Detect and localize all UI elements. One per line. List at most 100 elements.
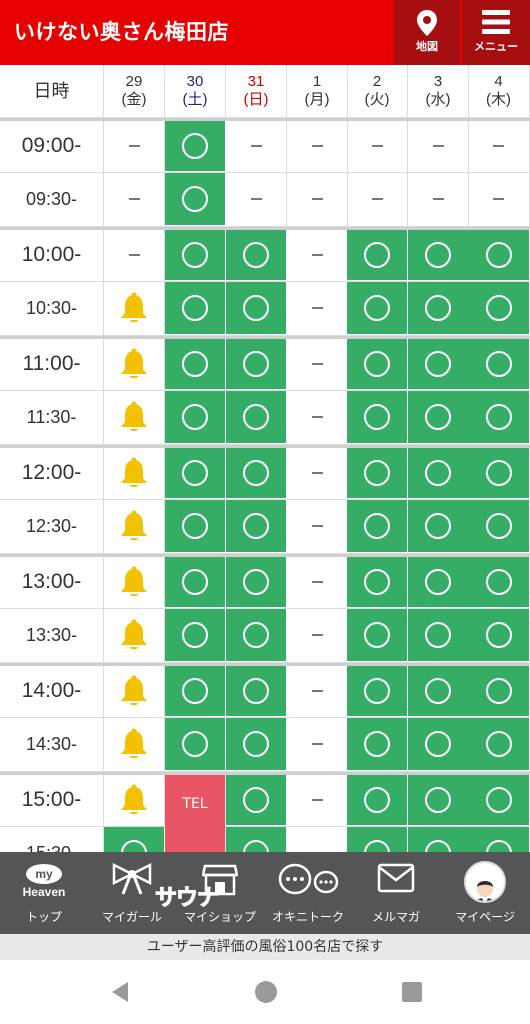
time-slot-row: 09:00- <box>0 118 530 173</box>
slot-available[interactable] <box>347 230 408 281</box>
slot-available[interactable] <box>468 717 530 771</box>
menu-button[interactable]: メニュー <box>462 0 530 65</box>
slot-available[interactable] <box>347 826 408 852</box>
slot-available[interactable] <box>347 339 408 390</box>
slot-available[interactable] <box>226 339 287 390</box>
back-icon[interactable] <box>108 980 132 1004</box>
slot-available[interactable] <box>408 666 469 717</box>
nav-top[interactable]: my Heaven トップ <box>0 852 88 934</box>
slot-available[interactable] <box>468 666 530 717</box>
slot-available[interactable] <box>226 826 287 852</box>
avatar <box>464 861 506 903</box>
slot-available[interactable] <box>226 390 287 444</box>
slot-waitlist[interactable] <box>104 281 165 335</box>
nav-okini-talk[interactable]: オキニトーク <box>264 852 352 934</box>
slot-available[interactable] <box>408 775 469 826</box>
available-circle-icon <box>364 621 390 648</box>
slot-available[interactable] <box>408 281 469 335</box>
slot-waitlist[interactable] <box>104 390 165 444</box>
slot-available[interactable] <box>468 281 530 335</box>
promo-bar[interactable]: ユーザー高評価の風俗100名店で探す <box>0 934 530 960</box>
map-button[interactable]: 地図 <box>394 0 460 65</box>
slot-available[interactable] <box>347 448 408 499</box>
slot-available[interactable] <box>408 717 469 771</box>
slot-available[interactable] <box>226 557 287 608</box>
slot-waitlist[interactable] <box>104 339 165 390</box>
slot-available[interactable] <box>468 557 530 608</box>
slot-waitlist[interactable] <box>104 666 165 717</box>
available-circle-icon <box>243 403 269 430</box>
slot-available[interactable] <box>226 448 287 499</box>
slot-available[interactable] <box>226 666 287 717</box>
slot-available[interactable] <box>165 499 226 553</box>
slot-unavailable <box>287 121 348 172</box>
time-label: 13:30- <box>0 608 104 662</box>
slot-available[interactable] <box>468 390 530 444</box>
available-circle-icon <box>485 677 512 704</box>
slot-available[interactable] <box>226 281 287 335</box>
time-label: 14:30- <box>0 717 104 771</box>
nav-my-page[interactable]: マイページ <box>440 852 530 934</box>
slot-waitlist[interactable] <box>104 448 165 499</box>
time-slot-row: 10:30- <box>0 281 530 336</box>
slot-available[interactable] <box>165 390 226 444</box>
slot-available[interactable] <box>347 557 408 608</box>
slot-available[interactable] <box>165 448 226 499</box>
slot-available[interactable] <box>408 557 469 608</box>
slot-waitlist[interactable] <box>104 557 165 608</box>
slot-available[interactable] <box>165 608 226 662</box>
slot-available[interactable] <box>226 717 287 771</box>
slot-available[interactable] <box>468 448 530 499</box>
available-circle-icon <box>364 568 390 595</box>
slot-available[interactable] <box>408 448 469 499</box>
shop-title[interactable]: いけない奥さん梅田店 <box>14 16 229 46</box>
slot-available[interactable] <box>165 339 226 390</box>
slot-available[interactable] <box>408 499 469 553</box>
slot-available[interactable] <box>347 717 408 771</box>
slot-available[interactable] <box>347 499 408 553</box>
slot-available[interactable] <box>226 775 287 826</box>
slot-available[interactable] <box>104 826 165 852</box>
recents-icon[interactable] <box>400 980 424 1004</box>
slot-available[interactable] <box>468 826 530 852</box>
time-label: 09:00- <box>0 121 104 172</box>
slot-available[interactable] <box>165 172 226 226</box>
available-circle-icon <box>243 568 269 595</box>
home-icon[interactable] <box>254 980 278 1004</box>
unavailable-dash-icon <box>311 743 323 746</box>
nav-mail-magazine[interactable]: メルマガ <box>352 852 440 934</box>
sauna-badge[interactable]: サウナ <box>154 880 219 912</box>
slot-available[interactable] <box>226 608 287 662</box>
slot-available[interactable] <box>468 775 530 826</box>
slot-available[interactable] <box>226 499 287 553</box>
slot-available[interactable] <box>408 608 469 662</box>
slot-waitlist[interactable] <box>104 717 165 771</box>
slot-available[interactable] <box>408 826 469 852</box>
day-date: 1 <box>312 73 322 90</box>
slot-waitlist[interactable] <box>104 608 165 662</box>
slot-available[interactable] <box>165 557 226 608</box>
slot-waitlist[interactable] <box>104 499 165 553</box>
slot-available[interactable] <box>468 499 530 553</box>
available-circle-icon <box>182 621 208 648</box>
slot-available[interactable] <box>347 608 408 662</box>
slot-available[interactable] <box>226 230 287 281</box>
slot-available[interactable] <box>165 666 226 717</box>
slot-available[interactable] <box>408 339 469 390</box>
slot-available[interactable] <box>347 281 408 335</box>
day-header-4: 4 (木) <box>468 65 530 117</box>
slot-available[interactable] <box>165 230 226 281</box>
available-circle-icon <box>243 677 269 704</box>
slot-waitlist[interactable] <box>104 775 165 826</box>
slot-available[interactable] <box>468 230 530 281</box>
slot-available[interactable] <box>347 666 408 717</box>
slot-available[interactable] <box>347 390 408 444</box>
slot-available[interactable] <box>165 281 226 335</box>
slot-available[interactable] <box>347 775 408 826</box>
slot-available[interactable] <box>408 390 469 444</box>
slot-available[interactable] <box>468 608 530 662</box>
slot-available[interactable] <box>165 121 226 172</box>
slot-available[interactable] <box>468 339 530 390</box>
slot-available[interactable] <box>408 230 469 281</box>
slot-available[interactable] <box>165 717 226 771</box>
